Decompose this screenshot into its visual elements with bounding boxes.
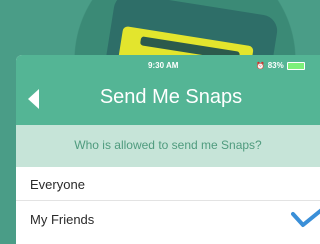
battery-percent: 83% bbox=[267, 61, 284, 70]
status-right: ⏰ 83% bbox=[256, 61, 305, 70]
alarm-icon: ⏰ bbox=[256, 62, 265, 70]
header: 9:30 AM ⏰ 83% Send Me Snaps bbox=[16, 55, 320, 125]
page-title: Send Me Snaps bbox=[99, 86, 243, 108]
status-time: 9:30 AM bbox=[148, 61, 179, 70]
checkmark-icon bbox=[291, 208, 320, 227]
option-everyone[interactable]: Everyone bbox=[16, 167, 320, 199]
option-label: My Friends bbox=[30, 212, 95, 227]
status-bar: 9:30 AM ⏰ 83% bbox=[16, 60, 320, 72]
option-my-friends[interactable]: My Friends bbox=[16, 201, 320, 233]
question-banner: Who is allowed to send me Snaps? bbox=[16, 125, 320, 167]
settings-screen: 9:30 AM ⏰ 83% Send Me Snaps Who is allow… bbox=[16, 55, 320, 244]
nav-bar: Send Me Snaps bbox=[16, 83, 320, 115]
battery-icon bbox=[286, 61, 305, 70]
back-arrow-icon[interactable] bbox=[28, 89, 39, 109]
question-text: Who is allowed to send me Snaps? bbox=[74, 138, 262, 152]
option-label: Everyone bbox=[30, 177, 85, 192]
